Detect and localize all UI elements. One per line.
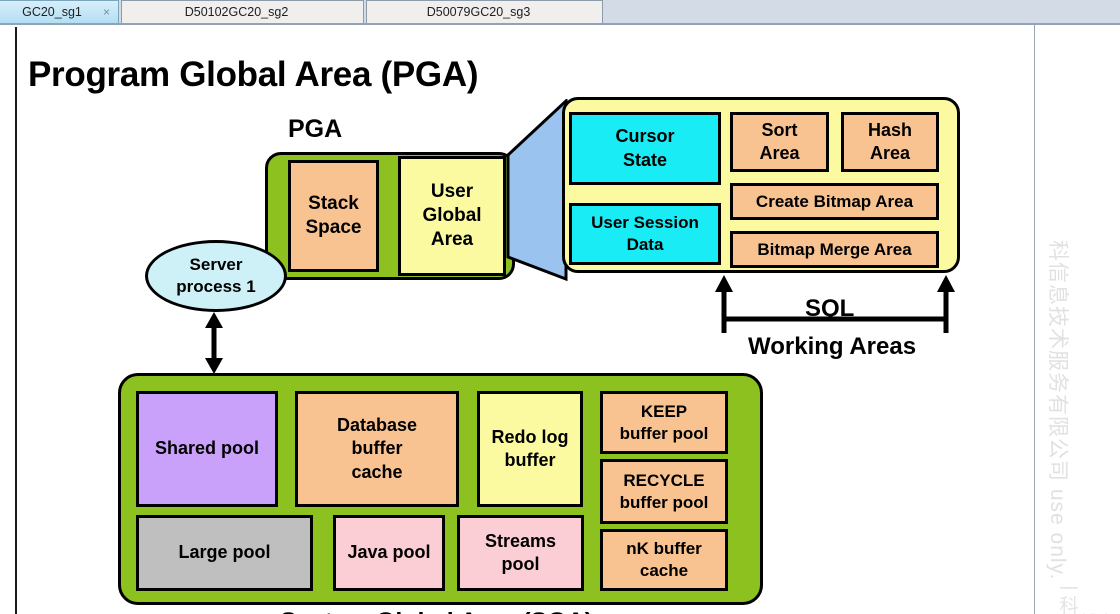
- box-line-2: Area: [869, 143, 911, 163]
- tab-strip: GC20_sg1 × D50102GC20_sg2 D50079GC20_sg3: [0, 0, 1120, 25]
- box-line-2: buffer pool: [619, 423, 709, 443]
- nk-buffer-cache-box: nK buffer cache: [600, 529, 728, 591]
- keep-buffer-pool-box: KEEP buffer pool: [600, 391, 728, 454]
- user-session-data-box: User Session Data: [569, 203, 721, 265]
- box-line-2: buffer: [351, 438, 403, 459]
- box-line-2: Area: [759, 143, 800, 163]
- tab-label: D50079GC20_sg3: [426, 5, 531, 19]
- box-line-3: cache: [351, 461, 403, 482]
- redo-log-buffer-box: Redo log buffer: [477, 391, 583, 507]
- sql-label: SQL: [805, 295, 855, 322]
- tab-d50079gc20-sg3[interactable]: D50079GC20_sg3: [366, 0, 603, 23]
- box-line-1: Java pool: [347, 542, 431, 563]
- page-title: Program Global Area (PGA): [28, 55, 479, 94]
- tab-gc20-sg1[interactable]: GC20_sg1 ×: [0, 0, 119, 23]
- box-line-2: cache: [639, 561, 689, 580]
- pga-stack-space-box: Stack Space: [288, 160, 379, 272]
- recycle-buffer-pool-box: RECYCLE buffer pool: [600, 459, 728, 524]
- cursor-state-box: Cursor State: [569, 112, 721, 185]
- box-line-1: Hash: [867, 119, 912, 140]
- sort-area-box: Sort Area: [730, 112, 829, 172]
- pga-label: PGA: [288, 115, 343, 143]
- box-line-2: buffer: [504, 450, 556, 470]
- box-line-1: Bitmap Merge Area: [757, 239, 912, 259]
- watermark-vertical-text: 科信息技术服务有限公司 use only.: [1046, 240, 1069, 581]
- hash-area-box: Hash Area: [841, 112, 939, 172]
- box-line-2: buffer pool: [619, 492, 709, 512]
- database-buffer-cache-box: Database buffer cache: [295, 391, 459, 507]
- tab-label: GC20_sg1: [22, 5, 82, 19]
- box-line-1: Shared pool: [154, 438, 259, 459]
- box-line-1: User Session: [591, 213, 699, 233]
- box-line-1: RECYCLE: [623, 470, 705, 490]
- shared-pool-box: Shared pool: [136, 391, 278, 507]
- box-line-1: Sort: [761, 119, 798, 140]
- ellipse-line-2: process 1: [176, 277, 256, 296]
- page-right-rule: [1034, 25, 1035, 614]
- sga-caption: System Global Area (SGA): [280, 608, 593, 614]
- box-line-2: Data: [626, 235, 664, 254]
- tab-d50102gc20-sg2[interactable]: D50102GC20_sg2: [121, 0, 364, 23]
- page-left-rule: [15, 27, 17, 614]
- watermark-overlay-text: 一科册: [1059, 579, 1079, 614]
- box-line-2: Global: [422, 204, 482, 226]
- streams-pool-box: Streams pool: [457, 515, 584, 591]
- box-line-1: Redo log: [491, 426, 569, 447]
- server-process-ellipse: Server process 1: [145, 240, 287, 312]
- tab-label: D50102GC20_sg2: [184, 5, 289, 19]
- box-line-2: Space: [305, 217, 362, 238]
- box-line-1: Database: [336, 415, 418, 436]
- slide-page: Program Global Area (PGA) PGA Stack Spac…: [0, 25, 1120, 614]
- working-areas-label: Working Areas: [748, 333, 917, 360]
- box-line-1: User: [430, 180, 474, 202]
- box-line-1: Cursor: [615, 126, 675, 147]
- close-icon[interactable]: ×: [103, 6, 110, 18]
- box-line-1: Large pool: [178, 542, 271, 563]
- pga-user-global-area-box: User Global Area: [398, 156, 506, 276]
- box-line-1: Create Bitmap Area: [755, 191, 914, 211]
- box-line-2: pool: [501, 554, 540, 574]
- watermark-brand-text: @51CTO博客: [1009, 608, 1115, 614]
- box-line-1: Stack: [308, 192, 359, 214]
- large-pool-box: Large pool: [136, 515, 313, 591]
- tab-strip-filler: [603, 0, 1120, 23]
- box-line-1: nK buffer: [626, 539, 702, 559]
- box-line-1: Streams: [484, 530, 557, 551]
- bitmap-merge-area-box: Bitmap Merge Area: [730, 231, 939, 268]
- java-pool-box: Java pool: [333, 515, 445, 591]
- bidirectional-arrow: [205, 312, 223, 374]
- box-line-3: Area: [430, 229, 474, 251]
- box-line-2: State: [622, 149, 667, 170]
- create-bitmap-area-box: Create Bitmap Area: [730, 183, 939, 220]
- ellipse-line-1: Server: [189, 254, 243, 274]
- box-line-1: KEEP: [640, 401, 688, 421]
